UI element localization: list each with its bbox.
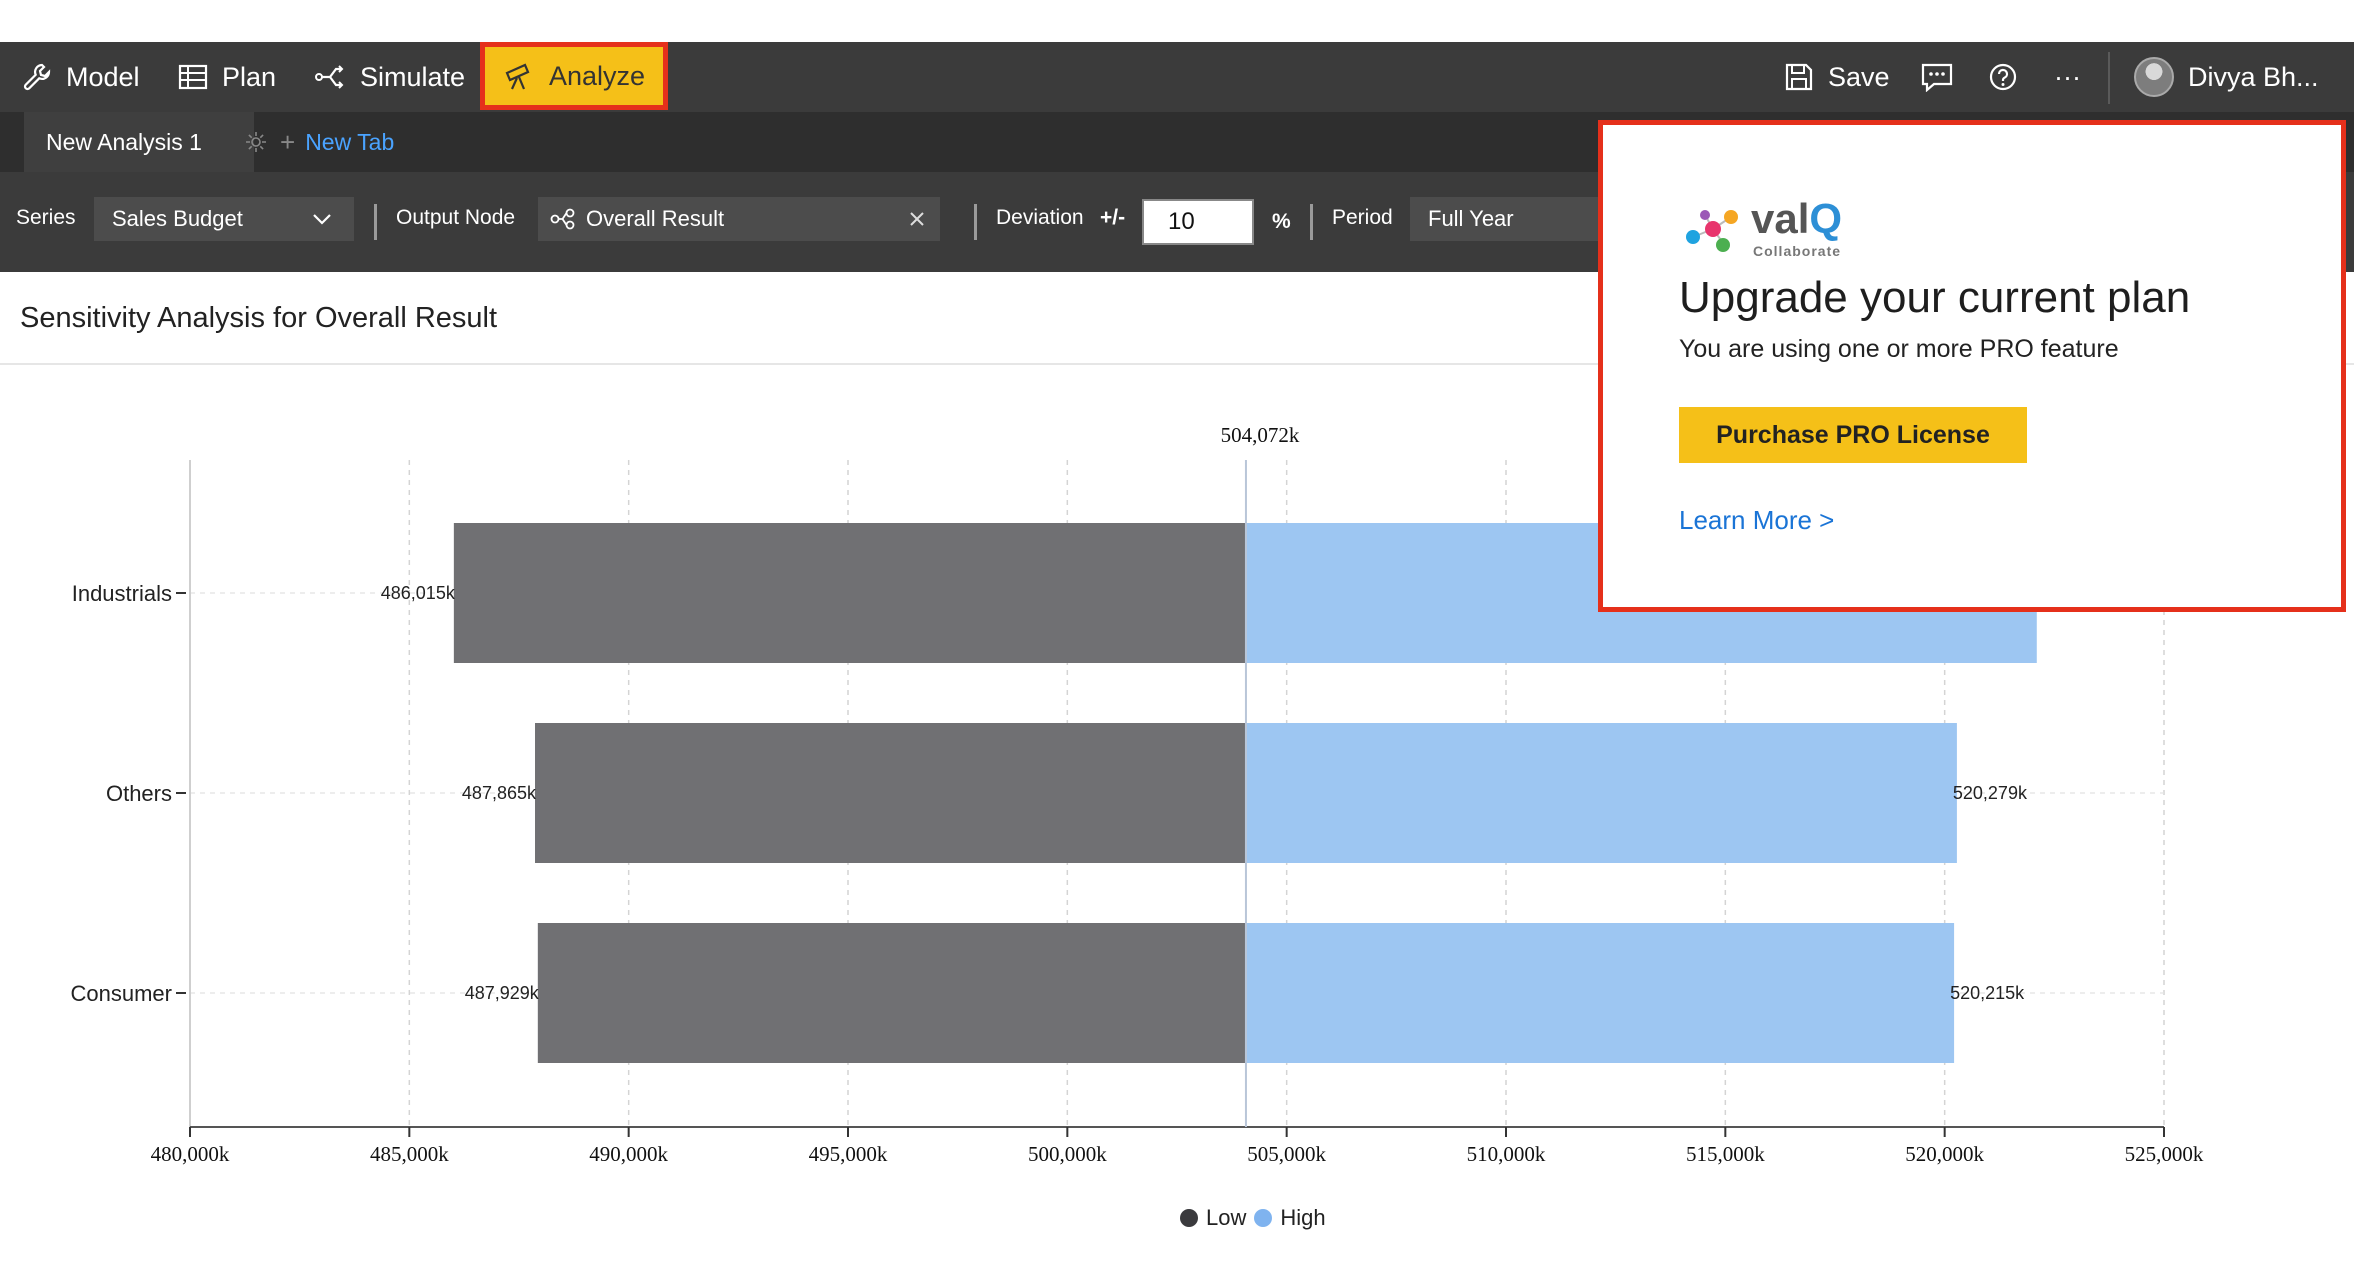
output-node-value: Overall Result [586,206,725,231]
branch-icon [315,65,344,89]
chevron-down-icon [313,214,331,225]
legend-item-high[interactable]: High [1254,1205,1326,1231]
nav-analyze[interactable]: Analyze [480,42,669,110]
x-tick-label: 515,000k [1686,1142,1765,1166]
y-tick-label: Industrials [72,581,172,606]
output-node-select[interactable]: Overall Result [538,197,940,241]
user-menu[interactable]: Divya Bh... [2134,42,2319,112]
page-title: Sensitivity Analysis for Overall Result [20,302,498,334]
logo-subtext: Collaborate [1753,243,1842,259]
telescope-icon [505,63,530,90]
help-button[interactable] [1988,42,2018,112]
help-icon [1989,63,2017,91]
deviation-unit: % [1272,210,1291,233]
save-button[interactable]: Save [1784,42,1890,112]
user-name: Divya Bh... [2188,61,2319,92]
x-tick-label: 505,000k [1247,1142,1326,1166]
deviation-plus-minus: +/- [1100,206,1126,229]
nav-simulate-label: Simulate [360,61,466,92]
bar-high-consumer[interactable] [1245,923,1955,1063]
popup-subtitle: You are using one or more PRO feature [1679,335,2119,363]
x-tick-label: 520,000k [1905,1142,1984,1166]
y-tick-label: Consumer [71,981,172,1006]
legend-item-low[interactable]: Low [1180,1205,1246,1231]
legend-label-high: High [1280,1205,1326,1230]
series-label: Series [16,206,76,229]
y-tick-label: Others [106,781,172,806]
bar-high-others[interactable] [1245,723,1957,863]
data-label-low: 487,865k [462,783,537,803]
data-label-high: 520,279k [1953,783,2028,803]
comment-icon [1921,63,1953,92]
gear-icon[interactable] [244,130,268,154]
new-tab-button[interactable]: + New Tab [280,112,394,172]
tab-label: New Analysis 1 [46,128,202,155]
legend-label-low: Low [1206,1205,1247,1230]
learn-more-link[interactable]: Learn More > [1679,505,1834,536]
avatar [2134,57,2174,97]
node-tree-icon [550,208,575,230]
table-icon [178,64,208,90]
x-tick-label: 495,000k [809,1142,888,1166]
close-icon[interactable] [908,210,926,228]
legend-swatch-high [1254,1209,1273,1227]
logo-text: valQ [1751,195,1843,242]
purchase-pro-button[interactable]: Purchase PRO License [1679,407,2027,463]
valq-logo: valQ Collaborate [1679,195,1899,265]
x-tick-label: 525,000k [2125,1142,2204,1166]
chart-legend: Low High [1180,1205,1334,1231]
more-label: ··· [2054,61,2081,92]
bar-low-others[interactable] [535,723,1246,863]
filter-separator [374,204,377,240]
save-icon [1785,63,1813,91]
legend-swatch-low [1180,1209,1198,1227]
filter-separator [974,204,977,240]
filter-separator [1310,204,1313,240]
series-value: Sales Budget [112,206,243,231]
data-label-low: 487,929k [465,983,540,1003]
x-tick-label: 510,000k [1467,1142,1546,1166]
nav-simulate[interactable]: Simulate [314,42,465,112]
upgrade-popup: valQ Collaborate Upgrade your current pl… [1598,120,2346,612]
base-value-label: 504,072k [1221,423,1300,447]
nav-plan-label: Plan [222,61,277,92]
x-tick-label: 485,000k [370,1142,449,1166]
save-label: Save [1828,61,1890,92]
deviation-label: Deviation [996,206,1084,229]
valq-logo-mark [1686,210,1738,252]
nav-divider [2108,52,2110,104]
period-value: Full Year [1428,206,1514,231]
data-label-high: 520,215k [1950,983,2025,1003]
data-label-low: 486,015k [381,583,456,603]
deviation-input[interactable]: 10 [1142,199,1254,245]
nav-plan[interactable]: Plan [178,42,276,112]
more-button[interactable]: ··· [2054,42,2081,112]
popup-title: Upgrade your current plan [1679,273,2191,322]
top-nav-bar: Model Plan Simulate Analyze Save ··· Div… [0,42,2354,112]
tab-new-analysis-1[interactable]: New Analysis 1 [24,112,266,172]
nav-model-label: Model [66,61,140,92]
plus-icon: + [280,126,296,157]
bar-low-industrials[interactable] [453,523,1246,663]
x-tick-label: 500,000k [1028,1142,1107,1166]
app-root: Model Plan Simulate Analyze Save ··· Div… [0,0,2354,1270]
wrench-icon [23,63,51,91]
comment-button[interactable] [1920,42,1954,112]
x-tick-label: 490,000k [589,1142,668,1166]
nav-analyze-label: Analyze [549,60,646,91]
period-label: Period [1332,206,1393,229]
x-tick-label: 480,000k [151,1142,230,1166]
period-select[interactable]: Full Year [1410,197,1610,241]
new-tab-label: New Tab [305,128,395,155]
series-select[interactable]: Sales Budget [94,197,354,241]
output-node-label: Output Node [396,206,516,229]
nav-model[interactable]: Model [22,42,140,112]
bar-low-consumer[interactable] [537,923,1246,1063]
